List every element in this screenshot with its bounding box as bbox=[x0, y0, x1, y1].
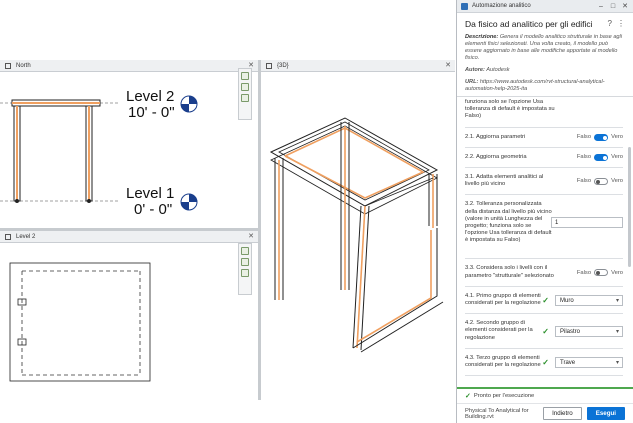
list-item-first-group: 4.1. Primo gruppo di elementi considerat… bbox=[465, 287, 623, 315]
run-button[interactable]: Esegui bbox=[586, 407, 625, 420]
structural-levels-toggle[interactable] bbox=[594, 269, 609, 277]
check-icon: ✓ bbox=[542, 326, 549, 336]
north-elevation-view[interactable]: North ✕ Level 2 10' - 0" Level 1 0' - 0" bbox=[0, 60, 258, 228]
description-label: Descrizione: bbox=[465, 34, 499, 40]
list-item-custom-tolerance: 3.2. Tolleranza personalizzata della dis… bbox=[465, 195, 623, 260]
footer-actions: Physical To Analytical for Building.rvt … bbox=[457, 403, 633, 423]
select-value: Muro bbox=[560, 297, 574, 304]
level-1-elevation: 0' - 0" bbox=[134, 201, 173, 218]
author-label: Autore: bbox=[465, 67, 485, 73]
tolerance-input[interactable]: 1 bbox=[551, 217, 623, 229]
maximize-icon[interactable]: □ bbox=[609, 3, 617, 10]
window-title: Automazione analitico bbox=[472, 3, 531, 9]
url-label: URL: bbox=[465, 79, 479, 85]
url-link[interactable]: https://www.autodesk.com/rvt-structural-… bbox=[465, 79, 605, 92]
second-group-select[interactable]: Pilastro ▾ bbox=[555, 325, 623, 337]
check-icon: ✓ bbox=[465, 393, 471, 400]
row-label: 3.2. Tolleranza personalizzata della dis… bbox=[465, 201, 552, 244]
toggle-off-label: Falso bbox=[576, 134, 592, 141]
toggle-on-label: Vero bbox=[611, 154, 623, 161]
toggle-on-label: Vero bbox=[611, 134, 623, 141]
list-item-second-group: 4.2. Secondo gruppo di elementi consider… bbox=[465, 314, 623, 349]
scrollbar[interactable] bbox=[628, 147, 631, 267]
toggle-group: Falso Vero bbox=[576, 153, 623, 161]
toggle-group: Falso Vero bbox=[576, 269, 623, 277]
row-label: 4.1. Primo gruppo di elementi considerat… bbox=[465, 292, 541, 307]
list-item-structural-levels: 3.3. Considera solo i livelli con il par… bbox=[465, 259, 623, 287]
elevation-drawing bbox=[0, 95, 198, 211]
level-1-head bbox=[180, 193, 198, 211]
toggle-on-label: Vero bbox=[611, 269, 623, 276]
level-2-plan-view[interactable]: Level 2 ✕ bbox=[0, 231, 258, 401]
script-file-name: Physical To Analytical for Building.rvt bbox=[465, 407, 529, 420]
update-parameters-toggle[interactable] bbox=[594, 133, 609, 141]
row-label: 2.2. Aggiorna geometria bbox=[465, 153, 527, 160]
help-icon[interactable]: ? bbox=[608, 19, 612, 28]
3d-drawing bbox=[269, 117, 444, 353]
status-text: Pronto per l'esecuzione bbox=[473, 393, 535, 399]
panel-title: Da fisico ad analitico per gli edifici bbox=[465, 19, 593, 29]
toggle-group: Falso Vero bbox=[576, 177, 623, 185]
panel-header: Da fisico ad analitico per gli edifici ?… bbox=[457, 13, 633, 93]
row-label: 3.1. Adatta elementi analitici al livell… bbox=[465, 174, 544, 188]
level-2-name: Level 2 bbox=[126, 88, 175, 105]
select-group: ✓ Pilastro ▾ bbox=[542, 325, 623, 337]
toggle-group: Falso Vero bbox=[576, 133, 623, 141]
toggle-on-label: Vero bbox=[611, 178, 623, 185]
chevron-down-icon: ▾ bbox=[615, 328, 619, 335]
row-label: 4.2. Secondo gruppo di elementi consider… bbox=[465, 320, 533, 341]
author-line: Autore: Autodesk bbox=[465, 67, 625, 74]
app-icon bbox=[461, 2, 468, 10]
row-label: 3.3. Considera solo i livelli con il par… bbox=[465, 265, 554, 279]
list-item-update-parameters: 2.1. Aggiorna parametri Falso Vero bbox=[465, 128, 623, 148]
list-item-update-geometry: 2.2. Aggiorna geometria Falso Vero bbox=[465, 148, 623, 169]
list-item-third-group: 4.3. Terzo gruppo di elementi considerat… bbox=[465, 349, 623, 377]
description: Descrizione: Genera il modello analitico… bbox=[465, 34, 625, 62]
check-icon: ✓ bbox=[542, 295, 549, 305]
revit-workspace: North ✕ Level 2 10' - 0" Level 1 0' - 0"… bbox=[0, 0, 455, 423]
first-group-select[interactable]: Muro ▾ bbox=[555, 294, 623, 306]
select-group: ✓ Trave ▾ bbox=[542, 356, 623, 368]
chevron-down-icon: ▾ bbox=[615, 359, 619, 366]
row-label: funziona solo se l'opzione Usa tolleranz… bbox=[465, 99, 555, 120]
parameters-list[interactable]: funziona solo se l'opzione Usa tolleranz… bbox=[457, 96, 633, 387]
row-label: 2.1. Aggiorna parametri bbox=[465, 133, 526, 140]
plan-drawing bbox=[9, 262, 151, 382]
snap-to-level-toggle[interactable] bbox=[594, 177, 609, 185]
level-1-name: Level 1 bbox=[126, 185, 175, 202]
chevron-down-icon: ▾ bbox=[615, 297, 619, 304]
more-options-icon[interactable]: ⋮ bbox=[617, 19, 625, 28]
url-line: URL: https://www.autodesk.com/rvt-struct… bbox=[465, 79, 625, 93]
level-2-elevation: 10' - 0" bbox=[128, 104, 175, 121]
third-group-select[interactable]: Trave ▾ bbox=[555, 356, 623, 368]
toggle-off-label: Falso bbox=[576, 154, 592, 161]
back-button[interactable]: Indietro bbox=[543, 407, 582, 420]
select-value: Pilastro bbox=[560, 328, 581, 335]
minimize-icon[interactable]: – bbox=[597, 3, 605, 10]
row-label: 4.3. Terzo gruppo di elementi considerat… bbox=[465, 354, 541, 369]
3d-view[interactable]: {3D} ✕ bbox=[261, 60, 455, 400]
list-item-truncated: funziona solo se l'opzione Usa tolleranz… bbox=[465, 97, 623, 128]
analytical-automation-panel: Automazione analitico – □ ✕ Da fisico ad… bbox=[456, 0, 633, 423]
status-line: ✓ Pronto per l'esecuzione bbox=[457, 389, 633, 403]
update-geometry-toggle[interactable] bbox=[594, 153, 609, 161]
level-2-head bbox=[180, 95, 198, 113]
header-icons: ? ⋮ bbox=[608, 19, 625, 28]
select-group: ✓ Muro ▾ bbox=[542, 294, 623, 306]
author-value: Autodesk bbox=[486, 67, 510, 73]
panel-footer: ✓ Pronto per l'esecuzione Physical To An… bbox=[457, 387, 633, 423]
list-item-snap-to-level: 3.1. Adatta elementi analitici al livell… bbox=[465, 168, 623, 196]
close-icon[interactable]: ✕ bbox=[621, 2, 629, 10]
check-icon: ✓ bbox=[542, 357, 549, 367]
panel-titlebar: Automazione analitico – □ ✕ bbox=[457, 0, 633, 13]
toggle-off-label: Falso bbox=[576, 178, 592, 185]
select-value: Trave bbox=[560, 359, 576, 366]
toggle-off-label: Falso bbox=[576, 269, 592, 276]
